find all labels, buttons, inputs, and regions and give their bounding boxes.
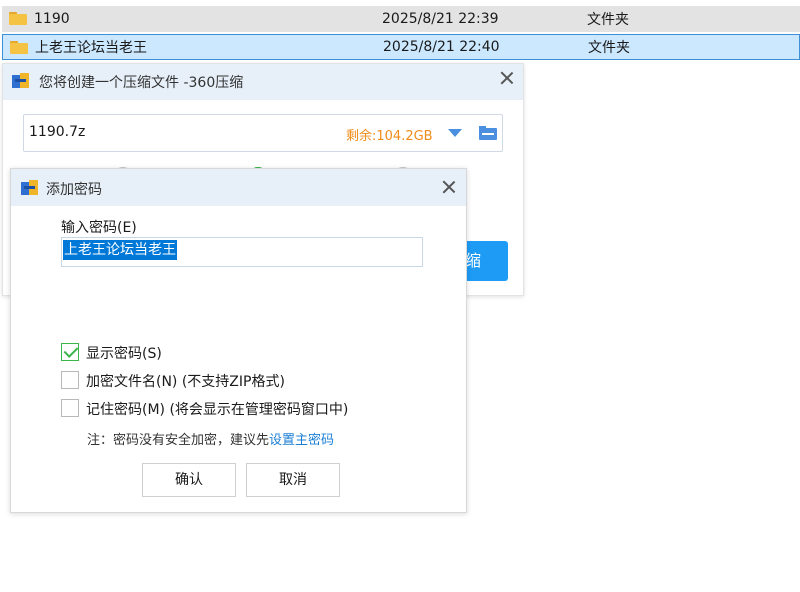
show-password-checkbox[interactable] xyxy=(61,343,79,361)
encrypt-filenames-label: 加密文件名(N) (不支持ZIP格式) xyxy=(86,374,285,390)
folder-row-selected[interactable]: 上老王论坛当老王 2025/8/21 22:40 文件夹 xyxy=(2,34,800,60)
show-password-label: 显示密码(S) xyxy=(86,346,162,362)
folder-row-1190[interactable]: 1190 2025/8/21 22:39 文件夹 xyxy=(2,6,800,32)
set-master-password-link[interactable]: 设置主密码 xyxy=(269,433,334,448)
dropdown-arrow-icon[interactable] xyxy=(448,129,462,137)
archive-path-field[interactable]: 1190.7z 剩余:104.2GB xyxy=(23,114,503,152)
folder-browse-icon[interactable] xyxy=(479,126,497,141)
folder-name: 1190 xyxy=(34,11,70,27)
folder-type: 文件夹 xyxy=(588,40,630,56)
compress-dialog-title: 您将创建一个压缩文件 -360压缩 xyxy=(39,75,244,91)
security-note: 注：密码没有安全加密，建议先设置主密码 xyxy=(87,429,334,448)
remember-password-label: 记住密码(M) (将会显示在管理密码窗口中) xyxy=(86,402,349,418)
note-text: 注：密码没有安全加密，建议先 xyxy=(87,433,270,448)
folder-icon xyxy=(9,12,27,25)
password-input[interactable]: 上老王论坛当老王 xyxy=(61,237,423,267)
password-dialog-title: 添加密码 xyxy=(46,182,102,198)
close-icon[interactable] xyxy=(441,179,457,195)
archive-filename: 1190.7z xyxy=(29,124,86,140)
folder-name: 上老王论坛当老王 xyxy=(35,40,147,56)
encrypt-filenames-checkbox[interactable] xyxy=(61,371,79,389)
folder-type: 文件夹 xyxy=(587,12,629,28)
remember-password-checkbox[interactable] xyxy=(61,399,79,417)
add-password-dialog: 添加密码 输入密码(E) 上老王论坛当老王 显示密码(S) 加密文件名(N) (… xyxy=(10,168,467,513)
360zip-app-icon xyxy=(12,72,30,90)
password-value: 上老王论坛当老王 xyxy=(63,240,177,260)
password-input-label: 输入密码(E) xyxy=(61,220,137,236)
close-icon[interactable] xyxy=(499,70,515,86)
free-space-label: 剩余:104.2GB xyxy=(346,129,433,144)
compress-dialog-titlebar: 您将创建一个压缩文件 -360压缩 xyxy=(3,64,523,100)
folder-date: 2025/8/21 22:40 xyxy=(383,39,500,55)
password-dialog-titlebar: 添加密码 xyxy=(11,169,466,206)
folder-date: 2025/8/21 22:39 xyxy=(382,11,499,27)
confirm-button[interactable]: 确认 xyxy=(142,463,236,497)
folder-icon xyxy=(10,41,28,54)
cancel-button[interactable]: 取消 xyxy=(246,463,340,497)
360zip-app-icon xyxy=(21,179,39,197)
